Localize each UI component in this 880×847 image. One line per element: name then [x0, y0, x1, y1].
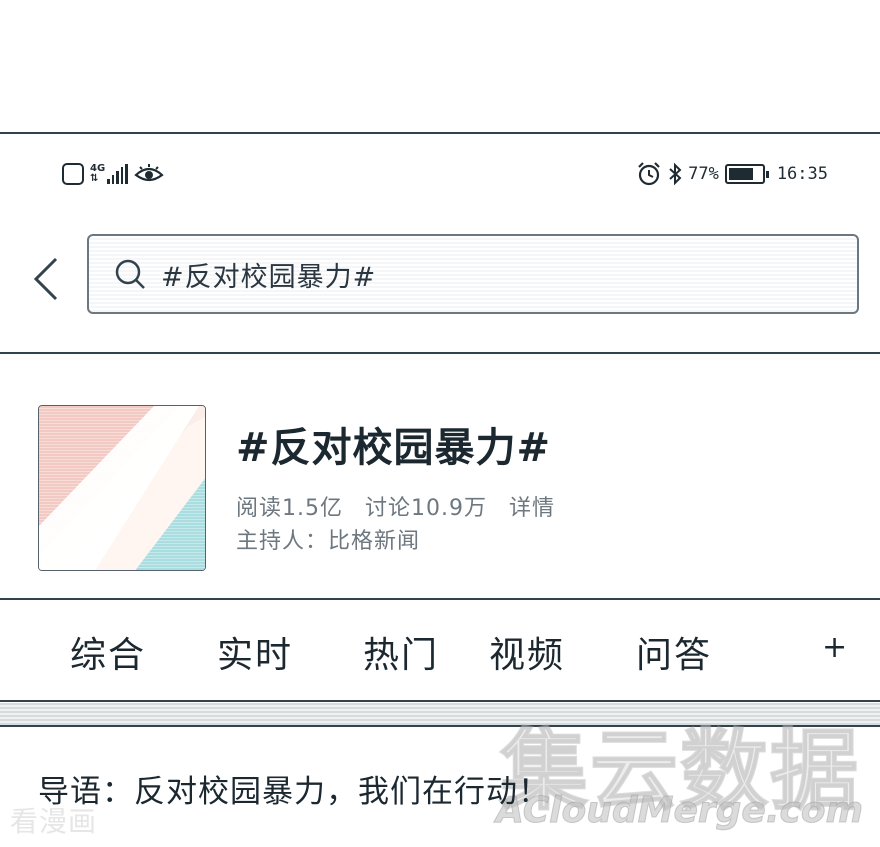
tab-hot[interactable]: 热门: [363, 626, 439, 678]
topic-title: #反对校园暴力#: [236, 425, 552, 471]
discussion-count: 讨论10.9万: [365, 496, 487, 521]
network-arrows-icon: ⇅: [90, 173, 99, 184]
topic-thumbnail[interactable]: [38, 405, 206, 571]
tab-qa[interactable]: 问答: [636, 626, 712, 678]
tab-comprehensive[interactable]: 综合: [70, 626, 146, 678]
signal-icon: 4G ⇅: [90, 164, 128, 184]
status-bar-left: 4G ⇅: [62, 160, 164, 188]
search-input[interactable]: #反对校园暴力#: [87, 234, 859, 314]
battery-icon: [724, 164, 769, 184]
top-divider: [0, 132, 880, 134]
watermark-domain: ACloudMerge.com: [495, 790, 864, 832]
battery-percent: 77%: [688, 164, 719, 184]
tab-realtime[interactable]: 实时: [217, 626, 293, 678]
bluetooth-icon: [669, 162, 682, 186]
signal-bars-icon: [107, 164, 128, 184]
back-arrow-icon[interactable]: [30, 255, 64, 303]
status-bar-right: 77% 16:35: [636, 160, 828, 188]
topic-stats: 阅读1.5亿 讨论10.9万 详情: [236, 490, 555, 522]
thumbnail-art: [39, 406, 205, 570]
post-intro: 导语：反对校园暴力，我们在行动！: [38, 774, 550, 810]
search-icon: [115, 259, 145, 289]
square-icon: [62, 163, 84, 185]
add-tab-button[interactable]: +: [822, 630, 847, 665]
alarm-icon: [638, 162, 660, 186]
battery-fill: [728, 168, 754, 180]
clock: 16:35: [776, 164, 828, 184]
search-query: #反对校园暴力#: [161, 261, 377, 293]
tab-bar: 综合 实时 热门 视频 问答 +: [0, 600, 880, 700]
topic-host: 主持人：比格新闻: [236, 529, 421, 554]
search-divider: [0, 352, 880, 354]
details-link[interactable]: 详情: [509, 496, 555, 521]
read-count: 阅读1.5亿: [236, 496, 343, 521]
tab-video[interactable]: 视频: [489, 626, 565, 678]
eye-icon: [133, 164, 164, 182]
